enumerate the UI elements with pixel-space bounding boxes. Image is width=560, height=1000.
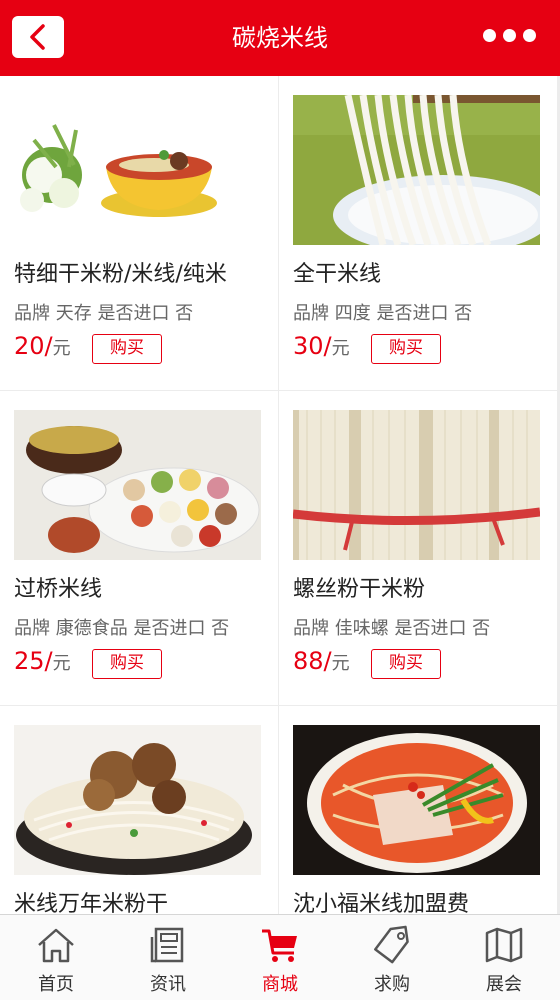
tab-mall[interactable]: 商城: [224, 915, 336, 1000]
product-price: 30/元: [293, 332, 350, 360]
buy-button[interactable]: 购买: [92, 649, 162, 679]
news-icon: [150, 927, 184, 963]
tab-label: 商城: [262, 974, 298, 995]
tab-news[interactable]: 资讯: [112, 915, 224, 1000]
map-icon: [485, 927, 523, 963]
product-price: 88/元: [293, 647, 350, 675]
buy-button[interactable]: 购买: [371, 334, 441, 364]
buy-button[interactable]: 购买: [371, 649, 441, 679]
product-image[interactable]: [14, 410, 261, 560]
tab-label: 展会: [486, 974, 522, 995]
tab-label: 求购: [374, 974, 410, 995]
product-name[interactable]: 米线万年米粉干: [14, 886, 266, 914]
bottom-nav: 首页 资讯 商城 求购 展会: [0, 914, 560, 1000]
tab-expo[interactable]: 展会: [448, 915, 560, 1000]
product-card[interactable]: 过桥米线 品牌 康德食品 是否进口 否 25/元 购买: [0, 391, 278, 705]
tab-home[interactable]: 首页: [0, 915, 112, 1000]
product-name[interactable]: 沈小福米线加盟费: [293, 886, 545, 914]
product-name[interactable]: 特细干米粉/米线/纯米: [14, 256, 266, 288]
product-meta: 品牌 佳味螺 是否进口 否: [293, 618, 491, 639]
product-grid: 特细干米粉/米线/纯米 品牌 天存 是否进口 否 20/元 购买 全干米线 品牌…: [0, 76, 560, 914]
product-card[interactable]: 沈小福米线加盟费: [279, 706, 557, 914]
product-price: 20/元: [14, 332, 71, 360]
more-dots-icon: [483, 29, 496, 42]
more-button[interactable]: [483, 29, 536, 42]
product-image[interactable]: [14, 725, 261, 875]
product-card[interactable]: 全干米线 品牌 四度 是否进口 否 30/元 购买: [279, 76, 557, 390]
product-card[interactable]: 特细干米粉/米线/纯米 品牌 天存 是否进口 否 20/元 购买: [0, 76, 278, 390]
home-icon: [38, 928, 74, 963]
cart-icon: [262, 929, 297, 962]
page-title: 碳烧米线: [232, 24, 328, 52]
product-card[interactable]: 米线万年米粉干: [0, 706, 278, 914]
top-bar: 碳烧米线: [0, 0, 560, 76]
product-image[interactable]: [293, 95, 540, 245]
product-price: 25/元: [14, 647, 71, 675]
tab-label: 首页: [38, 974, 74, 995]
buy-button[interactable]: 购买: [92, 334, 162, 364]
product-name[interactable]: 螺丝粉干米粉: [293, 571, 545, 603]
product-image[interactable]: [293, 410, 540, 560]
product-meta: 品牌 康德食品 是否进口 否: [14, 618, 230, 639]
tab-label: 资讯: [150, 974, 186, 995]
product-image[interactable]: [14, 95, 261, 245]
product-name[interactable]: 全干米线: [293, 256, 545, 288]
product-meta: 品牌 天存 是否进口 否: [14, 303, 194, 324]
product-card[interactable]: 螺丝粉干米粉 品牌 佳味螺 是否进口 否 88/元 购买: [279, 391, 557, 705]
tab-purchase[interactable]: 求购: [336, 915, 448, 1000]
product-image[interactable]: [293, 725, 540, 875]
product-meta: 品牌 四度 是否进口 否: [293, 303, 473, 324]
product-name[interactable]: 过桥米线: [14, 571, 266, 603]
tag-icon: [374, 925, 409, 964]
